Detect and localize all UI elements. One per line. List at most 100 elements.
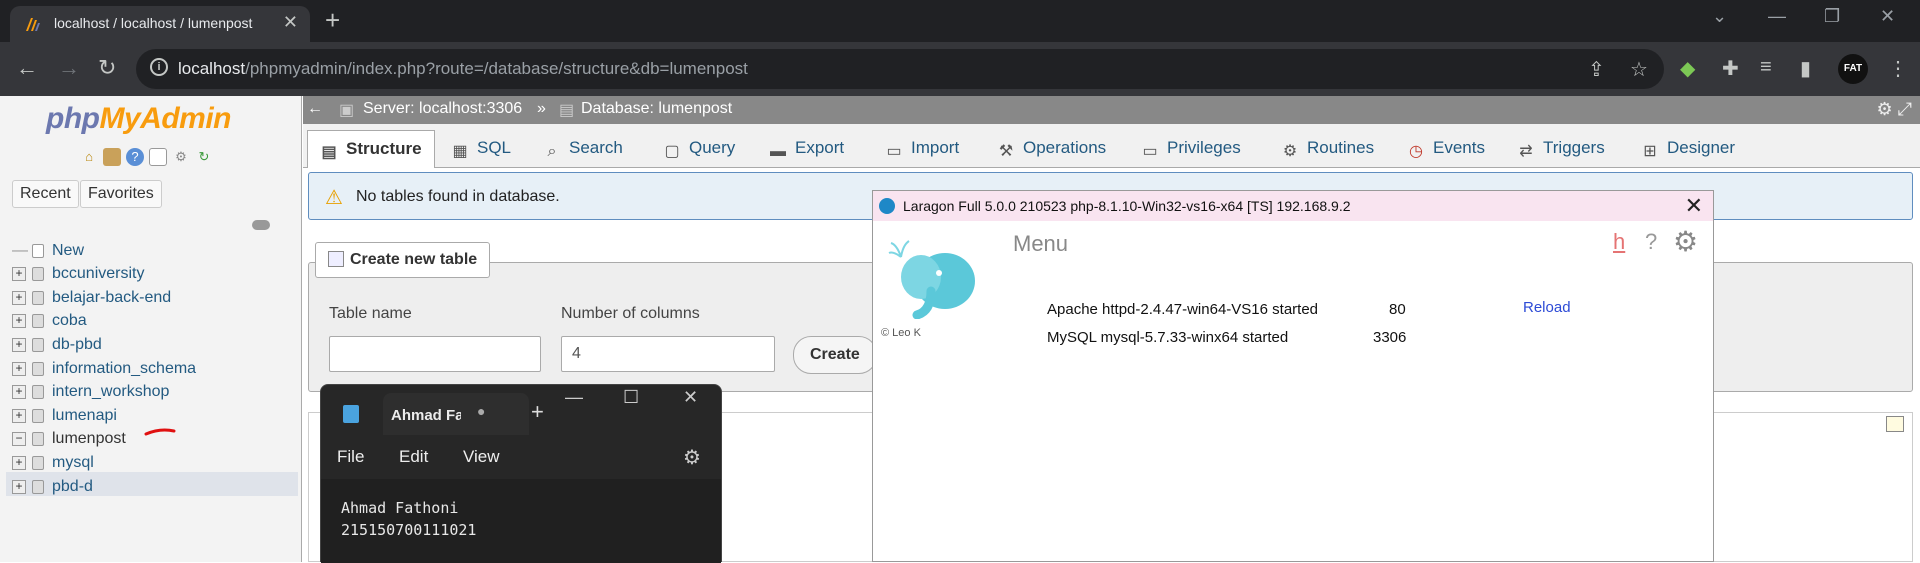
star-icon[interactable]: ☆ <box>1630 57 1648 82</box>
tree-item-intern-workshop[interactable]: + intern_workshop <box>12 383 169 407</box>
laragon-help-icon[interactable]: ? <box>1645 229 1657 255</box>
link-toggle-icon[interactable] <box>252 220 270 230</box>
expand-icon[interactable]: + <box>12 337 26 352</box>
laragon-settings-icon[interactable]: ⚙ <box>1673 225 1698 258</box>
docs-icon[interactable] <box>149 148 167 166</box>
expand-icon[interactable]: + <box>12 408 26 423</box>
logout-icon[interactable] <box>103 148 121 166</box>
tree-item-label[interactable]: intern_workshop <box>52 383 169 400</box>
sidepanel-icon[interactable]: ▮ <box>1800 56 1811 81</box>
tree-item-label[interactable]: belajar-back-end <box>52 289 171 306</box>
tab-events[interactable]: ◷ Events <box>1395 130 1497 168</box>
tree-item-mysql[interactable]: + mysql <box>12 454 94 478</box>
expand-icon[interactable]: + <box>12 455 26 470</box>
expand-icon[interactable]: + <box>12 313 26 328</box>
expand-icon[interactable]: + <box>12 361 26 376</box>
menu-edit[interactable]: Edit <box>399 447 428 467</box>
tab-triggers[interactable]: ⇄ Triggers <box>1505 130 1617 168</box>
tree-item-label[interactable]: lumenpost <box>52 430 126 447</box>
notepad-minimize-icon[interactable]: — <box>565 387 583 408</box>
create-button[interactable]: Create <box>793 336 877 374</box>
breadcrumb-server[interactable]: Server: localhost:3306 <box>363 100 522 118</box>
profile-avatar[interactable]: FAT <box>1838 54 1868 84</box>
text-line: 215150700111021 <box>341 521 477 539</box>
tab-structure[interactable]: ▤ Structure <box>307 130 435 168</box>
notepad-text-area[interactable]: Ahmad Fathoni 215150700111021 <box>321 479 721 563</box>
tree-item-belajar-back-end[interactable]: + belajar-back-end <box>12 289 171 313</box>
breadcrumb-database[interactable]: Database: lumenpost <box>581 100 732 118</box>
extension-color-icon[interactable]: ◆ <box>1680 56 1695 81</box>
tab-query[interactable]: ▢ Query <box>651 130 747 168</box>
expand-icon[interactable]: + <box>12 290 26 305</box>
tree-item-coba[interactable]: + coba <box>12 312 87 336</box>
tree-item-label[interactable]: information_schema <box>52 360 196 377</box>
media-icon[interactable]: ≡ <box>1760 56 1772 79</box>
page-note-icon[interactable] <box>1886 416 1904 432</box>
laragon-menu-button[interactable]: Menu <box>1013 231 1068 257</box>
tree-item-pbd-d[interactable]: + pbd-d <box>12 478 93 502</box>
page-settings-icon[interactable]: ⚙ ⤢ <box>1876 99 1912 120</box>
minimize-icon[interactable]: — <box>1768 6 1786 27</box>
forward-icon[interactable]: → <box>58 55 80 81</box>
site-info-icon[interactable]: i <box>150 58 168 76</box>
puzzle-icon[interactable]: ✚ <box>1722 56 1739 81</box>
back-icon[interactable]: ← <box>16 55 38 81</box>
tree-item-db-pbd[interactable]: + db-pbd <box>12 336 102 360</box>
menu-view[interactable]: View <box>463 447 500 467</box>
tree-item-lumenpost[interactable]: − lumenpost <box>12 428 176 454</box>
recent-button[interactable]: Recent <box>12 180 79 208</box>
import-icon: ▭ <box>886 143 902 160</box>
reload-nav-icon[interactable]: ↻ <box>195 148 213 166</box>
favorites-button[interactable]: Favorites <box>80 180 162 208</box>
reload-button[interactable]: Reload <box>1523 299 1571 316</box>
collapse-nav-icon[interactable]: ← <box>307 100 323 118</box>
tab-close-icon[interactable]: ✕ <box>283 12 298 33</box>
tree-item-bccuniversity[interactable]: + bccuniversity <box>12 265 144 289</box>
tab-search[interactable]: ⌕ Search <box>531 130 635 168</box>
tree-item-label[interactable]: bccuniversity <box>52 265 144 282</box>
laragon-h-link[interactable]: h <box>1613 229 1625 255</box>
tree-item-label[interactable]: db-pbd <box>52 336 102 353</box>
tree-item-label[interactable]: New <box>52 242 84 259</box>
tree-item-label[interactable]: lumenapi <box>52 407 117 424</box>
url-text[interactable]: localhost/phpmyadmin/index.php?route=/da… <box>178 59 748 79</box>
reload-icon[interactable]: ↻ <box>98 55 116 81</box>
menu-file[interactable]: File <box>337 447 364 467</box>
tab-search-icon[interactable]: ⌄ <box>1712 6 1727 27</box>
tree-item-label[interactable]: mysql <box>52 454 94 471</box>
phpmyadmin-logo[interactable]: phpMyAdmin <box>46 102 231 136</box>
browser-tab[interactable]: localhost / localhost / lumenpost ✕ <box>10 6 310 42</box>
tree-item-label[interactable]: coba <box>52 312 87 329</box>
tab-privileges[interactable]: ▭ Privileges <box>1129 130 1253 168</box>
tree-item-information-schema[interactable]: + information_schema <box>12 360 196 384</box>
tab-designer[interactable]: ⊞ Designer <box>1629 130 1747 168</box>
tree-item-lumenapi[interactable]: + lumenapi <box>12 407 117 431</box>
columns-input[interactable] <box>561 336 775 372</box>
laragon-close-icon[interactable]: ✕ <box>1685 193 1703 219</box>
new-tab-button[interactable]: + <box>325 6 340 34</box>
expand-icon[interactable]: + <box>12 479 26 494</box>
help-icon[interactable]: ? <box>126 148 144 166</box>
tree-item-label[interactable]: pbd-d <box>52 478 93 495</box>
close-window-icon[interactable]: ✕ <box>1880 6 1895 27</box>
table-name-input[interactable] <box>329 336 541 372</box>
tab-export[interactable]: ▬ Export <box>757 130 856 168</box>
browser-menu-icon[interactable]: ⋮ <box>1888 56 1908 81</box>
expand-icon[interactable]: + <box>12 384 26 399</box>
tree-item-new[interactable]: — New <box>12 242 84 266</box>
tab-operations[interactable]: ⚒ Operations <box>985 130 1118 168</box>
expand-icon[interactable]: + <box>12 266 26 281</box>
notepad-new-tab-button[interactable]: + <box>531 399 544 425</box>
settings-icon[interactable]: ⚙ <box>172 148 190 166</box>
collapse-icon[interactable]: − <box>12 431 26 446</box>
tab-import[interactable]: ▭ Import <box>873 130 971 168</box>
tab-routines[interactable]: ⚙ Routines <box>1269 130 1386 168</box>
home-icon[interactable]: ⌂ <box>80 148 98 166</box>
notepad-maximize-icon[interactable]: ☐ <box>623 387 639 408</box>
share-icon[interactable]: ⇪ <box>1588 57 1605 82</box>
address-bar[interactable]: i localhost/phpmyadmin/index.php?route=/… <box>136 49 1664 89</box>
restore-icon[interactable]: ❐ <box>1824 6 1840 27</box>
notepad-settings-icon[interactable]: ⚙ <box>683 445 701 470</box>
tab-sql[interactable]: ▦ SQL <box>439 130 523 168</box>
notepad-close-icon[interactable]: ✕ <box>683 387 698 408</box>
